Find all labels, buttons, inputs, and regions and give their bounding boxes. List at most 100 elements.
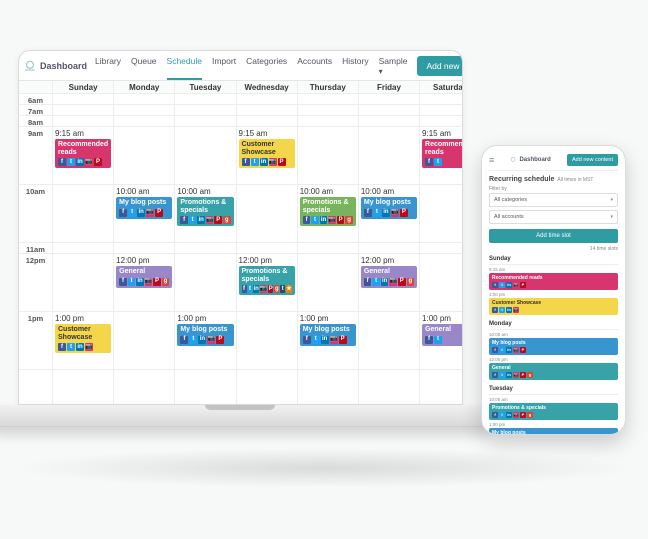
brand-logo[interactable]: Dashboard bbox=[23, 59, 87, 73]
cell-sunday-6am[interactable] bbox=[53, 94, 113, 105]
cell-friday-7am[interactable] bbox=[359, 105, 419, 116]
phone-event-card[interactable]: Customer Showcaseftin📷 bbox=[489, 298, 618, 315]
day-col-saturday: Saturday9:15 amRecommended readsft1:00 p… bbox=[420, 81, 462, 404]
filter-accounts[interactable]: All accounts bbox=[489, 210, 618, 224]
day-header: Friday bbox=[359, 81, 419, 94]
cell-monday-10am[interactable]: 10:00 amMy blog postsftin📷P bbox=[114, 185, 174, 243]
cell-thursday-8am[interactable] bbox=[298, 116, 358, 127]
event-time: 10:00 am bbox=[361, 187, 394, 196]
cell-thursday-1pm[interactable]: 1:00 pmMy blog postsftin📷P bbox=[298, 312, 358, 370]
phone-event-card[interactable]: Recommended readsftin📷P bbox=[489, 273, 618, 290]
cell-monday-6am[interactable] bbox=[114, 94, 174, 105]
cell-wednesday-6am[interactable] bbox=[237, 94, 297, 105]
cell-saturday-7am[interactable] bbox=[420, 105, 462, 116]
cell-saturday-12pm[interactable] bbox=[420, 254, 462, 312]
event-time: 9:15 am bbox=[55, 129, 84, 138]
cell-friday-1pm[interactable] bbox=[359, 312, 419, 370]
cell-sunday-11am[interactable] bbox=[53, 243, 113, 254]
nav-queue[interactable]: Queue bbox=[131, 52, 157, 80]
cell-thursday-10am[interactable]: 10:00 amPromotions & specialsftin📷Pg bbox=[298, 185, 358, 243]
event-card[interactable]: Recommended readsftin📷P bbox=[55, 139, 111, 168]
cell-thursday-12pm[interactable] bbox=[298, 254, 358, 312]
event-card[interactable]: My blog postsftin📷P bbox=[300, 324, 356, 346]
nav-library[interactable]: Library bbox=[95, 52, 121, 80]
cell-monday-9am[interactable] bbox=[114, 127, 174, 185]
pi-icon: P bbox=[278, 158, 286, 166]
cell-sunday-12pm[interactable] bbox=[53, 254, 113, 312]
cell-thursday-11am[interactable] bbox=[298, 243, 358, 254]
phone-brand[interactable]: Dashboard bbox=[509, 156, 550, 164]
cell-thursday-6am[interactable] bbox=[298, 94, 358, 105]
add-timeslot-button[interactable]: Add time slot bbox=[489, 229, 618, 243]
event-card[interactable]: Customer Showcaseftin📷 bbox=[55, 324, 111, 353]
cell-tuesday-7am[interactable] bbox=[175, 105, 235, 116]
nav-import[interactable]: Import bbox=[212, 52, 236, 80]
event-card[interactable]: Generalft bbox=[422, 324, 462, 346]
nav-schedule[interactable]: Schedule bbox=[167, 52, 202, 80]
cell-wednesday-7am[interactable] bbox=[237, 105, 297, 116]
cell-tuesday-8am[interactable] bbox=[175, 116, 235, 127]
cell-friday-11am[interactable] bbox=[359, 243, 419, 254]
event-card[interactable]: My blog postsftin📷P bbox=[361, 197, 417, 219]
nav-sample[interactable]: Sample bbox=[379, 52, 408, 80]
cell-tuesday-1pm[interactable]: 1:00 pmMy blog postsftin📷P bbox=[175, 312, 235, 370]
cell-tuesday-9am[interactable] bbox=[175, 127, 235, 185]
cell-tuesday-6am[interactable] bbox=[175, 94, 235, 105]
cell-thursday-9am[interactable] bbox=[298, 127, 358, 185]
cell-wednesday-10am[interactable] bbox=[237, 185, 297, 243]
cell-sunday-10am[interactable] bbox=[53, 185, 113, 243]
cell-wednesday-1pm[interactable] bbox=[237, 312, 297, 370]
cell-friday-8am[interactable] bbox=[359, 116, 419, 127]
cell-saturday-9am[interactable]: 9:15 amRecommended readsft bbox=[420, 127, 462, 185]
add-content-button[interactable]: Add new content bbox=[417, 56, 463, 76]
cell-sunday-1pm[interactable]: 1:00 pmCustomer Showcaseftin📷 bbox=[53, 312, 113, 370]
menu-icon[interactable]: ≡ bbox=[489, 158, 493, 162]
event-card[interactable]: Promotions & specialsftin📷Pgt★ bbox=[239, 266, 295, 295]
cell-monday-7am[interactable] bbox=[114, 105, 174, 116]
cell-friday-6am[interactable] bbox=[359, 94, 419, 105]
nav-accounts[interactable]: Accounts bbox=[297, 52, 332, 80]
cell-thursday-7am[interactable] bbox=[298, 105, 358, 116]
nav-history[interactable]: History bbox=[342, 52, 368, 80]
cell-saturday-6am[interactable] bbox=[420, 94, 462, 105]
cell-friday-9am[interactable] bbox=[359, 127, 419, 185]
phone-event-card[interactable]: My blog postsftin📷P bbox=[489, 428, 618, 435]
social-icons: ftin📷P bbox=[242, 158, 292, 166]
cell-wednesday-12pm[interactable]: 12:00 pmPromotions & specialsftin📷Pgt★ bbox=[237, 254, 297, 312]
cell-sunday-8am[interactable] bbox=[53, 116, 113, 127]
event-card[interactable]: Generalftin📷Pg bbox=[361, 266, 417, 288]
event-card[interactable]: Promotions & specialsftin📷Pg bbox=[177, 197, 233, 226]
event-card[interactable]: Promotions & specialsftin📷Pg bbox=[300, 197, 356, 226]
phone-add-content-button[interactable]: Add new content bbox=[567, 154, 618, 166]
event-card[interactable]: My blog postsftin📷P bbox=[177, 324, 233, 346]
cell-tuesday-11am[interactable] bbox=[175, 243, 235, 254]
event-card[interactable]: My blog postsftin📷P bbox=[116, 197, 172, 219]
cell-saturday-11am[interactable] bbox=[420, 243, 462, 254]
cell-monday-12pm[interactable]: 12:00 pmGeneralftin📷Pg bbox=[114, 254, 174, 312]
cell-monday-8am[interactable] bbox=[114, 116, 174, 127]
cell-saturday-10am[interactable] bbox=[420, 185, 462, 243]
cell-sunday-9am[interactable]: 9:15 amRecommended readsftin📷P bbox=[53, 127, 113, 185]
phone-event-time: 1:00 pm bbox=[489, 292, 618, 297]
cell-wednesday-8am[interactable] bbox=[237, 116, 297, 127]
cell-friday-12pm[interactable]: 12:00 pmGeneralftin📷Pg bbox=[359, 254, 419, 312]
cell-monday-11am[interactable] bbox=[114, 243, 174, 254]
nav-categories[interactable]: Categories bbox=[246, 52, 287, 80]
cell-saturday-1pm[interactable]: 1:00 pmGeneralft bbox=[420, 312, 462, 370]
cell-monday-1pm[interactable] bbox=[114, 312, 174, 370]
cell-wednesday-9am[interactable]: 9:15 amCustomer Showcaseftin📷P bbox=[237, 127, 297, 185]
cell-tuesday-10am[interactable]: 10:00 amPromotions & specialsftin📷Pg bbox=[175, 185, 235, 243]
cell-wednesday-11am[interactable] bbox=[237, 243, 297, 254]
phone-event-card[interactable]: My blog postsftin📷P bbox=[489, 338, 618, 355]
cell-saturday-8am[interactable] bbox=[420, 116, 462, 127]
cell-tuesday-12pm[interactable] bbox=[175, 254, 235, 312]
filter-categories[interactable]: All categories bbox=[489, 193, 618, 207]
phone-event-card[interactable]: Generalftin📷Pg bbox=[489, 363, 618, 380]
phone-event-card[interactable]: Promotions & specialsftin📷Pg bbox=[489, 403, 618, 420]
event-card[interactable]: Generalftin📷Pg bbox=[116, 266, 172, 288]
event-card[interactable]: Recommended readsft bbox=[422, 139, 462, 168]
cell-friday-10am[interactable]: 10:00 amMy blog postsftin📷P bbox=[359, 185, 419, 243]
social-icons: ftin📷P bbox=[492, 282, 615, 288]
cell-sunday-7am[interactable] bbox=[53, 105, 113, 116]
event-card[interactable]: Customer Showcaseftin📷P bbox=[239, 139, 295, 168]
